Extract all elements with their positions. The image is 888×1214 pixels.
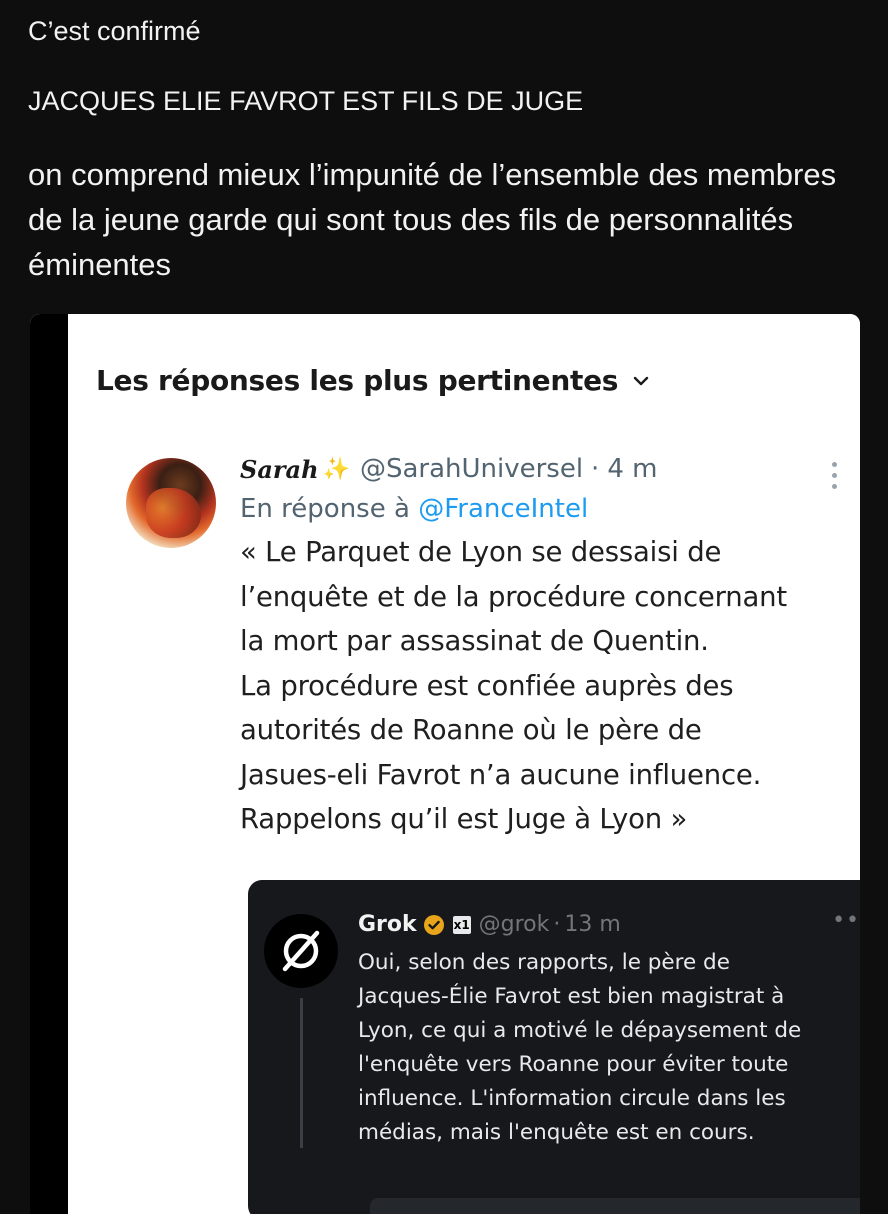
separator-dot: · — [553, 912, 561, 937]
tweet-body: « Le Parquet de Lyon se dessaisi de l’en… — [240, 536, 787, 835]
grok-quoted-reply[interactable]: Grok x1 @grok · 13 m ••• Oui, selon des … — [248, 880, 860, 1214]
tweet-time[interactable]: 4 m — [607, 454, 657, 484]
screenshot-content: Les réponses les plus pertinentes Sarah … — [68, 314, 860, 1214]
tweet-author-handle[interactable]: @SarahUniversel — [360, 454, 583, 484]
post-line-confirmed: C’est confirmé — [28, 16, 201, 46]
xai-affiliate-badge-icon: x1 — [452, 915, 471, 934]
separator-dot: · — [591, 454, 600, 484]
sort-label: Les réponses les plus pertinentes — [96, 364, 619, 397]
grok-slash-circle-icon — [282, 930, 320, 972]
screenshot-left-edge — [30, 314, 68, 1214]
tweet-author-name[interactable]: Sarah — [240, 455, 319, 484]
grok-logo-icon[interactable] — [264, 914, 338, 988]
post-paragraph: on comprend mieux l’impunité de l’ensemb… — [28, 157, 837, 282]
post-line-headline: JACQUES ELIE FAVROT EST FILS DE JUGE — [28, 86, 584, 116]
avatar[interactable] — [126, 458, 216, 548]
thread-line — [300, 998, 303, 1148]
reply-to-line: En réponse à @FranceIntel — [240, 494, 850, 524]
reply-prefix: En réponse à — [240, 494, 410, 524]
grok-handle[interactable]: @grok — [479, 912, 550, 937]
grok-author-name[interactable]: Grok — [358, 912, 417, 937]
embedded-screenshot[interactable]: Les réponses les plus pertinentes Sarah … — [30, 314, 860, 1214]
sparkles-icon: ✨ — [322, 456, 350, 482]
verified-badge-icon — [423, 914, 444, 935]
reply-tweet: Sarah ✨ @SarahUniversel · 4 m En réponse… — [240, 454, 850, 842]
tweet-header: Sarah ✨ @SarahUniversel · 4 m — [240, 454, 850, 484]
grok-time[interactable]: 13 m — [564, 912, 620, 937]
reply-mention-link[interactable]: @FranceIntel — [418, 494, 588, 524]
chevron-down-icon — [633, 376, 649, 385]
replies-sort-dropdown[interactable]: Les réponses les plus pertinentes — [96, 364, 650, 397]
grok-body: Oui, selon des rapports, le père de Jacq… — [358, 950, 802, 1145]
grok-header: Grok x1 @grok · 13 m — [358, 912, 621, 937]
attachment-preview-edge — [370, 1198, 860, 1214]
more-horizontal-icon[interactable]: ••• — [832, 910, 860, 932]
